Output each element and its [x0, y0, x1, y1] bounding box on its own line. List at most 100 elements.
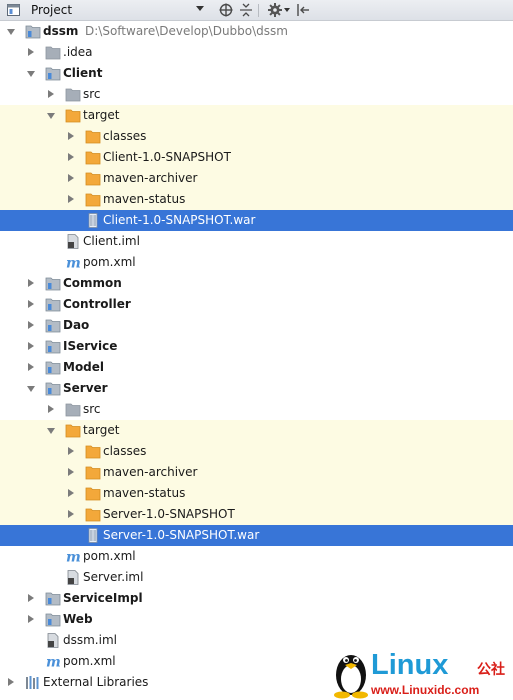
collapse-arrow-icon[interactable]: [27, 71, 35, 77]
tree-item-label: maven-archiver: [103, 171, 198, 185]
tree-row[interactable]: classes: [0, 441, 513, 462]
tree-item-label: pom.xml: [83, 255, 136, 269]
tree-item-label: Model: [63, 360, 105, 374]
tree-row[interactable]: Client: [0, 63, 513, 84]
collapse-arrow-icon[interactable]: [7, 29, 15, 35]
tree-item-label: pom.xml: [63, 654, 116, 668]
tree-row[interactable]: Model: [0, 357, 513, 378]
folder-gray-icon: [65, 87, 81, 102]
expand-arrow-icon[interactable]: [68, 489, 74, 497]
tree-row[interactable]: maven-archiver: [0, 462, 513, 483]
tree-row[interactable]: maven-archiver: [0, 168, 513, 189]
view-dropdown-icon[interactable]: [196, 6, 204, 11]
tree-item-label: target: [83, 108, 120, 122]
expand-arrow-icon[interactable]: [68, 195, 74, 203]
module-icon: [45, 318, 61, 333]
tree-row[interactable]: target: [0, 420, 513, 441]
tree-row[interactable]: target: [0, 105, 513, 126]
watermark-url: www.Linuxidc.com: [371, 683, 480, 697]
expand-arrow-icon[interactable]: [68, 468, 74, 476]
tree-row[interactable]: Dao: [0, 315, 513, 336]
expand-arrow-icon[interactable]: [68, 174, 74, 182]
tool-window-title[interactable]: Project: [31, 3, 72, 17]
folder-orange-icon: [65, 108, 81, 123]
tree-item-label: Client-1.0-SNAPSHOT.war: [103, 213, 256, 227]
tree-row[interactable]: Server-1.0-SNAPSHOT.war: [0, 525, 513, 546]
collapse-arrow-icon[interactable]: [47, 113, 55, 119]
maven-pom-icon: m: [65, 255, 81, 272]
expand-arrow-icon[interactable]: [68, 510, 74, 518]
tree-item-label: Client-1.0-SNAPSHOT: [103, 150, 231, 164]
tree-item-label: maven-status: [103, 192, 186, 206]
tree-row[interactable]: maven-status: [0, 189, 513, 210]
collapse-arrow-icon[interactable]: [27, 386, 35, 392]
tree-item-label: Common: [63, 276, 122, 290]
gear-icon[interactable]: [268, 3, 282, 17]
expand-arrow-icon[interactable]: [8, 678, 14, 686]
settings-dropdown-icon[interactable]: [284, 8, 290, 12]
expand-arrow-icon[interactable]: [68, 447, 74, 455]
linuxidc-watermark: Linux 公社 www.Linuxidc.com: [331, 647, 513, 700]
tree-row[interactable]: IService: [0, 336, 513, 357]
expand-arrow-icon[interactable]: [48, 405, 54, 413]
expand-arrow-icon[interactable]: [28, 342, 34, 350]
tree-item-label: target: [83, 423, 120, 437]
folder-orange-icon: [85, 444, 101, 459]
collapse-arrow-icon[interactable]: [47, 428, 55, 434]
tree-item-label: Controller: [63, 297, 131, 311]
folder-gray-icon: [45, 45, 61, 60]
expand-arrow-icon[interactable]: [28, 615, 34, 623]
tree-item-label: Server.iml: [83, 570, 144, 584]
hide-panel-icon[interactable]: [296, 3, 310, 17]
expand-arrow-icon[interactable]: [28, 594, 34, 602]
project-tool-window-header: Project: [0, 0, 513, 21]
tree-row[interactable]: Client.iml: [0, 231, 513, 252]
tree-row[interactable]: m pom.xml: [0, 252, 513, 273]
tree-row[interactable]: .idea: [0, 42, 513, 63]
project-tree[interactable]: dssm D:\Software\Develop\Dubbo\dssm .idea C…: [0, 21, 513, 693]
tree-row[interactable]: Web: [0, 609, 513, 630]
tree-row[interactable]: Client-1.0-SNAPSHOT: [0, 147, 513, 168]
module-icon: [25, 24, 41, 39]
tree-row[interactable]: dssm D:\Software\Develop\Dubbo\dssm: [0, 21, 513, 42]
maven-pom-icon: m: [45, 654, 61, 671]
tree-row[interactable]: Common: [0, 273, 513, 294]
module-icon: [45, 339, 61, 354]
folder-orange-icon: [85, 192, 101, 207]
module-icon: [45, 360, 61, 375]
expand-arrow-icon[interactable]: [28, 321, 34, 329]
expand-arrow-icon[interactable]: [28, 279, 34, 287]
expand-arrow-icon[interactable]: [68, 153, 74, 161]
expand-arrow-icon[interactable]: [28, 363, 34, 371]
expand-arrow-icon[interactable]: [68, 132, 74, 140]
war-file-icon: [85, 213, 101, 228]
tree-row[interactable]: src: [0, 84, 513, 105]
project-view-icon: [7, 4, 20, 16]
iml-file-icon: [45, 633, 61, 648]
libraries-icon: [25, 675, 41, 690]
scroll-from-source-icon[interactable]: [219, 3, 233, 17]
tree-row[interactable]: Server.iml: [0, 567, 513, 588]
tree-row[interactable]: Server-1.0-SNAPSHOT: [0, 504, 513, 525]
tree-item-label: Server-1.0-SNAPSHOT.war: [103, 528, 260, 542]
expand-arrow-icon[interactable]: [28, 300, 34, 308]
tree-row[interactable]: maven-status: [0, 483, 513, 504]
tree-row[interactable]: Controller: [0, 294, 513, 315]
tree-item-label: dssm: [43, 24, 79, 38]
expand-arrow-icon[interactable]: [28, 48, 34, 56]
svg-text:m: m: [66, 256, 81, 271]
war-file-icon: [85, 528, 101, 543]
tree-row[interactable]: ServiceImpl: [0, 588, 513, 609]
tree-row[interactable]: classes: [0, 126, 513, 147]
tree-row[interactable]: Client-1.0-SNAPSHOT.war: [0, 210, 513, 231]
tree-row[interactable]: Server: [0, 378, 513, 399]
tree-row[interactable]: m pom.xml: [0, 546, 513, 567]
tree-item-label: classes: [103, 444, 147, 458]
folder-orange-icon: [85, 507, 101, 522]
tree-row[interactable]: src: [0, 399, 513, 420]
collapse-all-icon[interactable]: [239, 3, 253, 17]
folder-orange-icon: [65, 423, 81, 438]
expand-arrow-icon[interactable]: [48, 90, 54, 98]
tree-item-label: .idea: [63, 45, 93, 59]
tree-item-label: maven-status: [103, 486, 186, 500]
